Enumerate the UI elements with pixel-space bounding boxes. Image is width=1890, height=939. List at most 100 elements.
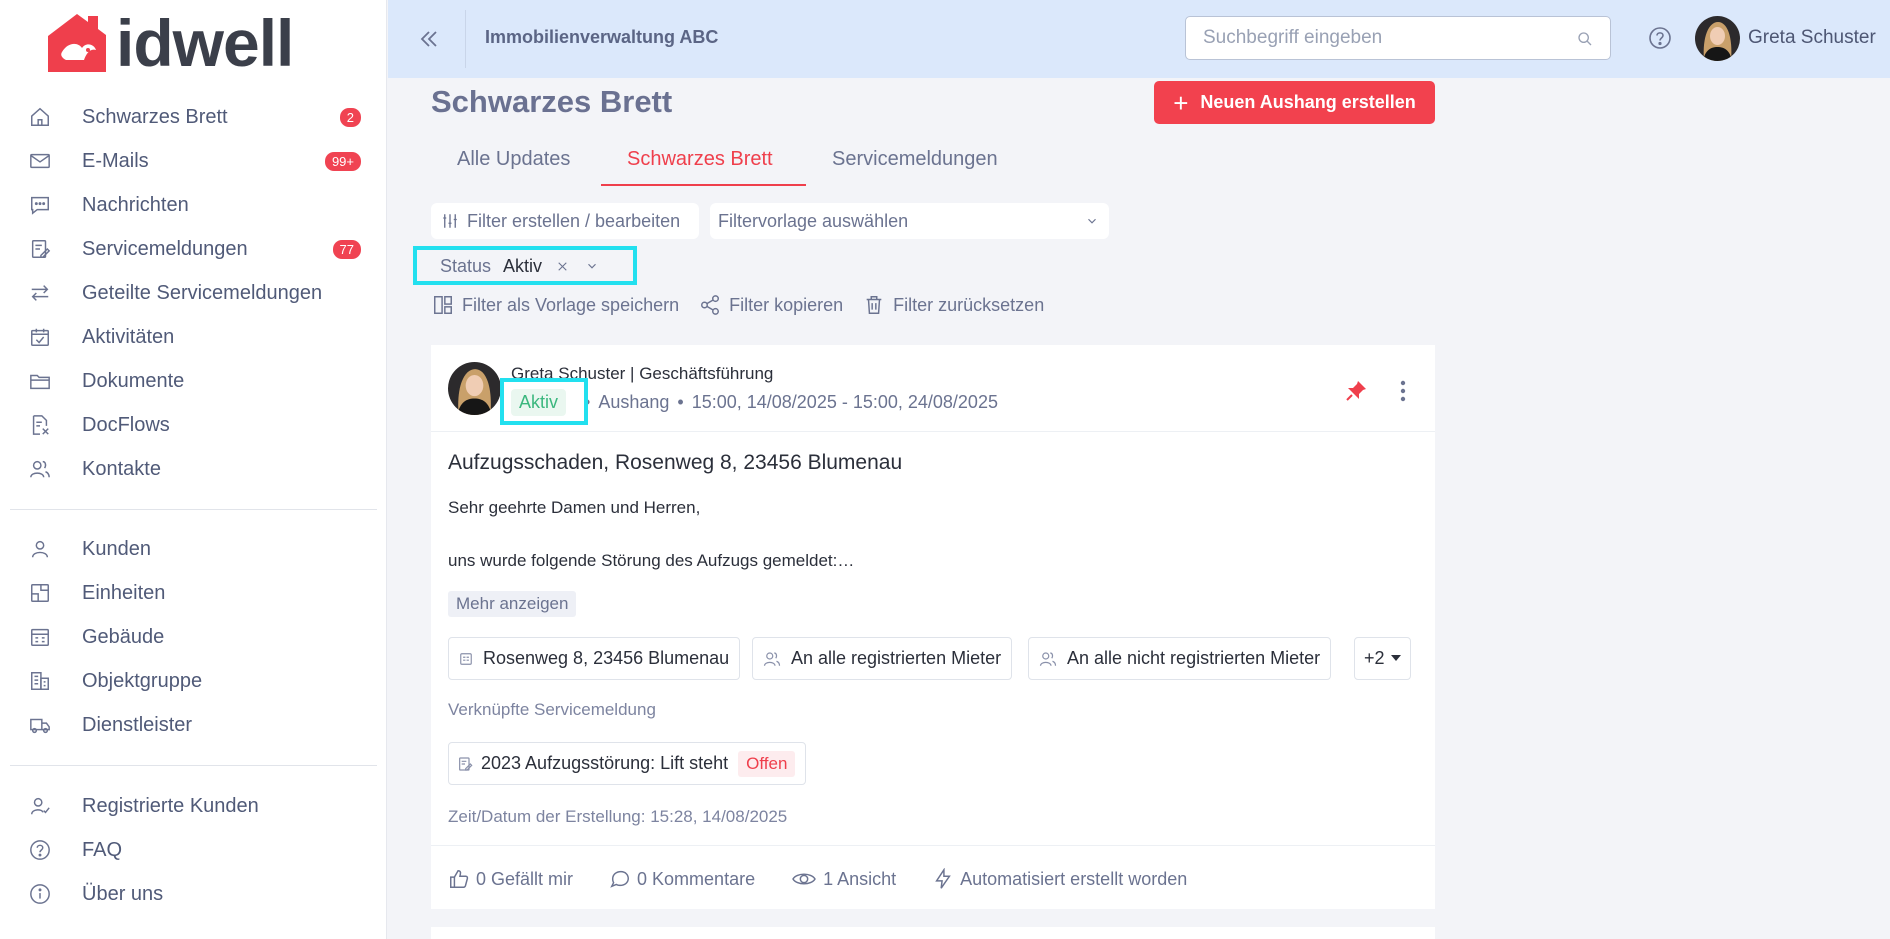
docflow-icon xyxy=(28,413,52,437)
like-button[interactable]: 0 Gefällt mir xyxy=(448,868,573,890)
sidebar-item-dokumente[interactable]: Dokumente xyxy=(0,359,387,403)
sidebar-item-label: Kontakte xyxy=(82,457,161,480)
idwell-logo[interactable]: idwell xyxy=(44,10,294,76)
sidebar-item-label: Aktivitäten xyxy=(82,325,175,348)
top-header: Immobilienverwaltung ABC Greta Schuster xyxy=(388,0,1890,78)
sidebar-item-dienstleister[interactable]: Dienstleister xyxy=(0,703,387,747)
filter-actions: Filter als Vorlage speichern Filter kopi… xyxy=(432,292,1064,318)
more-recipients-count: +2 xyxy=(1364,648,1385,668)
tab-schwarzes-brett[interactable]: Schwarzes Brett xyxy=(627,148,773,171)
recipient-pill-address[interactable]: Rosenweg 8, 23456 Blumenau xyxy=(448,637,741,680)
sidebar-item-label: Einheiten xyxy=(82,581,166,604)
sidebar-item-kunden[interactable]: Kunden xyxy=(0,527,387,571)
card-divider xyxy=(431,431,1435,432)
comment-icon xyxy=(609,868,631,890)
sidebar-item-label: E-Mails xyxy=(82,149,149,172)
sidebar-item-registrierte-kunden[interactable]: Registrierte Kunden xyxy=(0,784,387,828)
help-icon[interactable] xyxy=(1648,26,1672,50)
search-icon[interactable] xyxy=(1576,30,1594,48)
search-input[interactable] xyxy=(1186,17,1610,59)
status-filter-chip[interactable]: Status Aktiv xyxy=(421,251,632,281)
search-box[interactable] xyxy=(1185,16,1611,60)
chevron-down-icon[interactable] xyxy=(585,259,599,273)
post-meta: Aktiv • Aushang • 15:00, 14/08/2025 - 15… xyxy=(511,388,998,416)
sidebar-item-kontakte[interactable]: Kontakte xyxy=(0,447,387,491)
object-group-icon xyxy=(28,669,52,693)
show-more-button[interactable]: Mehr anzeigen xyxy=(448,591,577,617)
eye-icon xyxy=(791,868,817,890)
save-filter-template-button[interactable]: Filter als Vorlage speichern xyxy=(432,294,679,316)
sidebar-item-label: Servicemeldungen xyxy=(82,237,248,260)
sidebar-nav-main: Schwarzes Brett 2 E-Mails 99+ Nachrichte… xyxy=(0,95,387,491)
comment-count: 0 Kommentare xyxy=(637,868,756,889)
sidebar-item-emails[interactable]: E-Mails 99+ xyxy=(0,139,387,183)
sidebar: idwell Schwarzes Brett 2 E-Mails 99+ Nac… xyxy=(0,0,387,939)
notification-badge: 99+ xyxy=(324,151,361,171)
sidebar-item-objektgruppe[interactable]: Objektgruppe xyxy=(0,659,387,703)
status-badge: Offen xyxy=(738,750,796,777)
sidebar-item-aktivitaeten[interactable]: Aktivitäten xyxy=(0,315,387,359)
separator-dot: • xyxy=(584,391,591,412)
reset-filter-button[interactable]: Filter zurücksetzen xyxy=(863,294,1044,316)
more-recipients-button[interactable]: +2 xyxy=(1354,637,1411,680)
filter-edit-button[interactable]: Filter erstellen / bearbeiten xyxy=(431,203,699,239)
post-card: Greta Schuster | Geschäftsführung Aktiv … xyxy=(431,345,1435,909)
linked-report-title: 2023 Aufzugsstörung: Lift steht xyxy=(481,753,729,773)
created-timestamp: Zeit/Datum der Erstellung: 15:28, 14/08/… xyxy=(448,807,788,826)
post-author[interactable]: Greta Schuster | Geschäftsführung xyxy=(511,364,773,384)
automation-indicator: Automatisiert erstellt worden xyxy=(932,868,1187,890)
swap-arrows-icon xyxy=(28,281,52,305)
share-icon xyxy=(699,294,721,316)
new-post-button[interactable]: + Neuen Aushang erstellen xyxy=(1154,81,1435,124)
comment-button[interactable]: 0 Kommentare xyxy=(609,868,755,890)
status-filter-value: Aktiv xyxy=(503,255,543,276)
unit-icon xyxy=(28,581,52,605)
pin-icon[interactable] xyxy=(1343,378,1369,404)
close-icon[interactable] xyxy=(556,260,569,273)
sidebar-item-einheiten[interactable]: Einheiten xyxy=(0,571,387,615)
linked-report[interactable]: 2023 Aufzugsstörung: Lift steht Offen xyxy=(448,742,807,785)
copy-filter-button[interactable]: Filter kopieren xyxy=(699,294,843,316)
sidebar-item-schwarzes-brett[interactable]: Schwarzes Brett 2 xyxy=(0,95,387,139)
filter-template-placeholder: Filtervorlage auswählen xyxy=(718,210,909,231)
sidebar-item-faq[interactable]: FAQ xyxy=(0,828,387,872)
collapse-sidebar-icon[interactable] xyxy=(416,26,442,52)
notification-badge: 2 xyxy=(339,107,361,127)
tab-servicemeldungen[interactable]: Servicemeldungen xyxy=(832,148,998,171)
sidebar-item-label: Registrierte Kunden xyxy=(82,794,259,817)
views-indicator: 1 Ansicht xyxy=(791,868,896,890)
avatar[interactable] xyxy=(1695,16,1740,61)
like-count: 0 Gefällt mir xyxy=(476,868,574,889)
sidebar-item-ueber-uns[interactable]: Über uns xyxy=(0,872,387,916)
sidebar-item-gebaeude[interactable]: Gebäude xyxy=(0,615,387,659)
layout-template-icon xyxy=(432,294,454,316)
save-filter-template-label: Filter als Vorlage speichern xyxy=(462,294,680,315)
truck-icon xyxy=(28,713,52,737)
tab-alle-updates[interactable]: Alle Updates xyxy=(457,148,570,171)
sidebar-item-docflows[interactable]: DocFlows xyxy=(0,403,387,447)
calendar-check-icon xyxy=(28,325,52,349)
sidebar-item-label: Gebäude xyxy=(82,625,165,648)
sidebar-item-servicemeldungen[interactable]: Servicemeldungen 77 xyxy=(0,227,387,271)
sidebar-item-nachrichten[interactable]: Nachrichten xyxy=(0,183,387,227)
post-card xyxy=(431,927,1435,939)
filter-edit-label: Filter erstellen / bearbeiten xyxy=(467,210,681,231)
post-title[interactable]: Aufzugsschaden, Rosenweg 8, 23456 Blumen… xyxy=(448,451,902,475)
notification-badge: 77 xyxy=(332,239,361,259)
user-name[interactable]: Greta Schuster xyxy=(1748,27,1876,49)
logo-house-bird-icon xyxy=(44,12,110,74)
header-divider xyxy=(465,10,466,68)
more-options-icon[interactable] xyxy=(1396,378,1410,404)
info-icon xyxy=(28,882,52,906)
new-post-label: Neuen Aushang erstellen xyxy=(1200,92,1416,112)
separator-dot: • xyxy=(677,391,684,412)
recipient-pill-registered[interactable]: An alle registrierten Mieter xyxy=(752,637,1013,680)
filter-template-select[interactable]: Filtervorlage auswählen xyxy=(710,203,1109,239)
recipient-label: An alle nicht registrierten Mieter xyxy=(1067,648,1321,668)
sidebar-item-geteilte-servicemeldungen[interactable]: Geteilte Servicemeldungen xyxy=(0,271,387,315)
recipient-label: An alle registrierten Mieter xyxy=(791,648,1002,668)
post-period: 15:00, 14/08/2025 - 15:00, 24/08/2025 xyxy=(691,391,998,412)
recipient-pill-unregistered[interactable]: An alle nicht registrierten Mieter xyxy=(1028,637,1332,680)
status-badge: Aktiv xyxy=(511,388,567,416)
trash-icon xyxy=(863,294,885,316)
